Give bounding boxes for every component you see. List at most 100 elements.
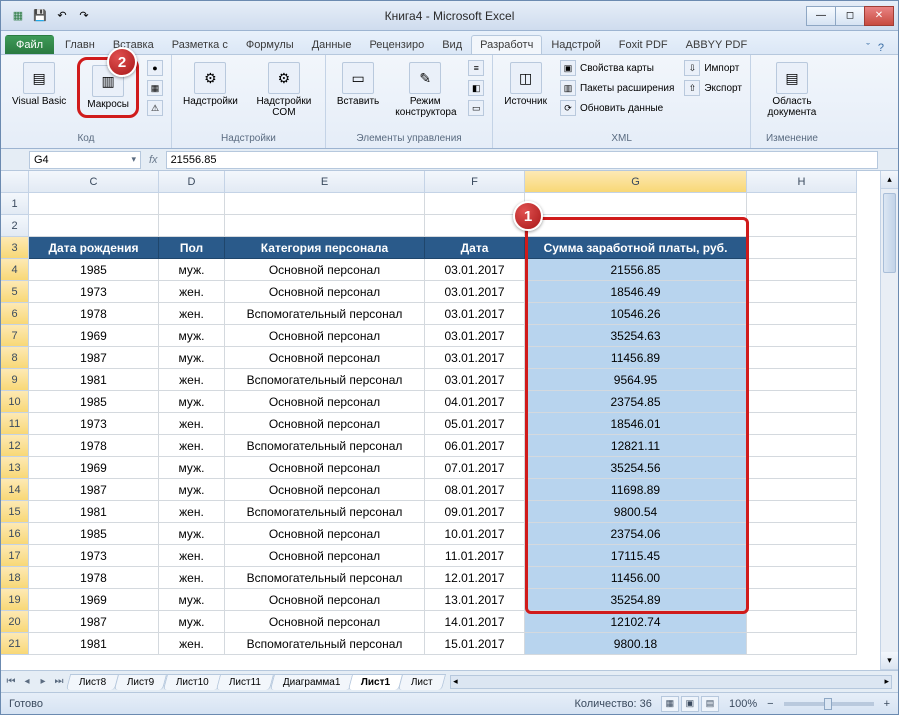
cell-category[interactable]: Основной персонал — [225, 347, 425, 369]
cell-date[interactable]: 10.01.2017 — [425, 523, 525, 545]
map-properties-button[interactable]: ▣Свойства карты — [558, 59, 676, 77]
cell[interactable] — [747, 501, 857, 523]
row-header-16[interactable]: 16 — [1, 523, 29, 545]
zoom-out-icon[interactable]: − — [767, 698, 773, 710]
cell-date[interactable]: 03.01.2017 — [425, 281, 525, 303]
refresh-data-button[interactable]: ⟳Обновить данные — [558, 99, 676, 117]
cell[interactable] — [747, 325, 857, 347]
cell-sum[interactable]: 18546.49 — [525, 281, 747, 303]
cell-grid[interactable]: CDEFGH123Дата рожденияПолКатегория персо… — [1, 171, 880, 655]
redo-icon[interactable]: ↷ — [75, 7, 93, 25]
minimize-button[interactable]: — — [806, 6, 836, 26]
cell[interactable] — [425, 193, 525, 215]
maximize-button[interactable]: ◻ — [835, 6, 865, 26]
cell-category[interactable]: Основной персонал — [225, 479, 425, 501]
record-macro-button[interactable]: ● — [145, 59, 165, 77]
cell[interactable] — [747, 215, 857, 237]
cell[interactable] — [29, 215, 159, 237]
cell-sex[interactable]: жен. — [159, 545, 225, 567]
cell-category[interactable]: Вспомогательный персонал — [225, 369, 425, 391]
tab-разметка с[interactable]: Разметка с — [163, 35, 237, 54]
import-button[interactable]: ⇩Импорт — [682, 59, 744, 77]
com-addins-button[interactable]: ⚙Надстройки COM — [249, 59, 319, 121]
cell[interactable] — [747, 347, 857, 369]
row-header-11[interactable]: 11 — [1, 413, 29, 435]
cell-sum[interactable]: 23754.85 — [525, 391, 747, 413]
cell-date[interactable]: 05.01.2017 — [425, 413, 525, 435]
row-header-2[interactable]: 2 — [1, 215, 29, 237]
cell-sex[interactable]: муж. — [159, 523, 225, 545]
cell[interactable] — [747, 193, 857, 215]
cell-birth[interactable]: 1969 — [29, 325, 159, 347]
tab-главн[interactable]: Главн — [56, 35, 104, 54]
name-box[interactable]: G4▾ — [29, 151, 141, 169]
sheet-prev-icon[interactable]: ◂ — [19, 676, 35, 687]
cell-category[interactable]: Вспомогательный персонал — [225, 435, 425, 457]
view-code-button[interactable]: ◧ — [466, 79, 486, 97]
close-button[interactable]: ✕ — [864, 6, 894, 26]
cell-sum[interactable]: 10546.26 — [525, 303, 747, 325]
page-break-icon[interactable]: ▤ — [701, 696, 719, 712]
cell-category[interactable]: Основной персонал — [225, 259, 425, 281]
select-all-corner[interactable] — [1, 171, 29, 193]
cell-category[interactable]: Основной персонал — [225, 325, 425, 347]
tab-формулы[interactable]: Формулы — [237, 35, 303, 54]
formula-bar[interactable]: 21556.85 — [166, 151, 878, 169]
cell-birth[interactable]: 1978 — [29, 435, 159, 457]
cell-birth[interactable]: 1985 — [29, 391, 159, 413]
cell[interactable] — [747, 259, 857, 281]
cell-sex[interactable]: муж. — [159, 589, 225, 611]
cell-category[interactable]: Основной персонал — [225, 281, 425, 303]
cell-sex[interactable]: жен. — [159, 303, 225, 325]
cell-sum[interactable]: 35254.56 — [525, 457, 747, 479]
cell[interactable] — [225, 215, 425, 237]
col-header-F[interactable]: F — [425, 171, 525, 193]
cell-category[interactable]: Вспомогательный персонал — [225, 501, 425, 523]
row-header-6[interactable]: 6 — [1, 303, 29, 325]
cell-sum[interactable]: 11456.00 — [525, 567, 747, 589]
cell-birth[interactable]: 1987 — [29, 347, 159, 369]
cell-birth[interactable]: 1978 — [29, 303, 159, 325]
sheet-tab-Лист1[interactable]: Лист1 — [348, 674, 403, 690]
addins-button[interactable]: ⚙Надстройки — [178, 59, 243, 110]
sheet-first-icon[interactable]: ⏮ — [3, 676, 19, 687]
cell[interactable] — [525, 215, 747, 237]
sheet-tab-Диаграмма1[interactable]: Диаграмма1 — [269, 674, 353, 690]
tab-foxit pdf[interactable]: Foxit PDF — [610, 35, 677, 54]
scroll-down-icon[interactable]: ▾ — [881, 652, 898, 670]
cell-sex[interactable]: жен. — [159, 567, 225, 589]
run-dialog-button[interactable]: ▭ — [466, 99, 486, 117]
cell[interactable] — [747, 567, 857, 589]
tab-file[interactable]: Файл — [5, 35, 54, 54]
cell-sex[interactable]: муж. — [159, 479, 225, 501]
row-header-21[interactable]: 21 — [1, 633, 29, 655]
minimize-ribbon-icon[interactable]: ˇ — [866, 42, 870, 54]
cell-sex[interactable]: жен. — [159, 435, 225, 457]
cell-birth[interactable]: 1985 — [29, 523, 159, 545]
col-header-G[interactable]: G — [525, 171, 747, 193]
cell[interactable] — [747, 479, 857, 501]
zoom-handle[interactable] — [824, 698, 832, 710]
tab-данные[interactable]: Данные — [303, 35, 361, 54]
cell-category[interactable]: Вспомогательный персонал — [225, 567, 425, 589]
cell[interactable] — [747, 545, 857, 567]
page-layout-icon[interactable]: ▣ — [681, 696, 699, 712]
cell-date[interactable]: 14.01.2017 — [425, 611, 525, 633]
cell-birth[interactable]: 1981 — [29, 501, 159, 523]
cell-date[interactable]: 09.01.2017 — [425, 501, 525, 523]
document-panel-button[interactable]: ▤Область документа — [757, 59, 827, 121]
cell-birth[interactable]: 1969 — [29, 589, 159, 611]
cell-birth[interactable]: 1973 — [29, 281, 159, 303]
cell-sum[interactable]: 35254.63 — [525, 325, 747, 347]
cell-sum[interactable]: 23754.06 — [525, 523, 747, 545]
row-header-14[interactable]: 14 — [1, 479, 29, 501]
cell[interactable] — [747, 589, 857, 611]
row-header-5[interactable]: 5 — [1, 281, 29, 303]
xml-source-button[interactable]: ◫Источник — [499, 59, 552, 110]
cell-category[interactable]: Вспомогательный персонал — [225, 633, 425, 655]
cell[interactable] — [225, 193, 425, 215]
row-header-20[interactable]: 20 — [1, 611, 29, 633]
cell-birth[interactable]: 1987 — [29, 611, 159, 633]
cell-sum[interactable]: 9564.95 — [525, 369, 747, 391]
cell-category[interactable]: Основной персонал — [225, 611, 425, 633]
